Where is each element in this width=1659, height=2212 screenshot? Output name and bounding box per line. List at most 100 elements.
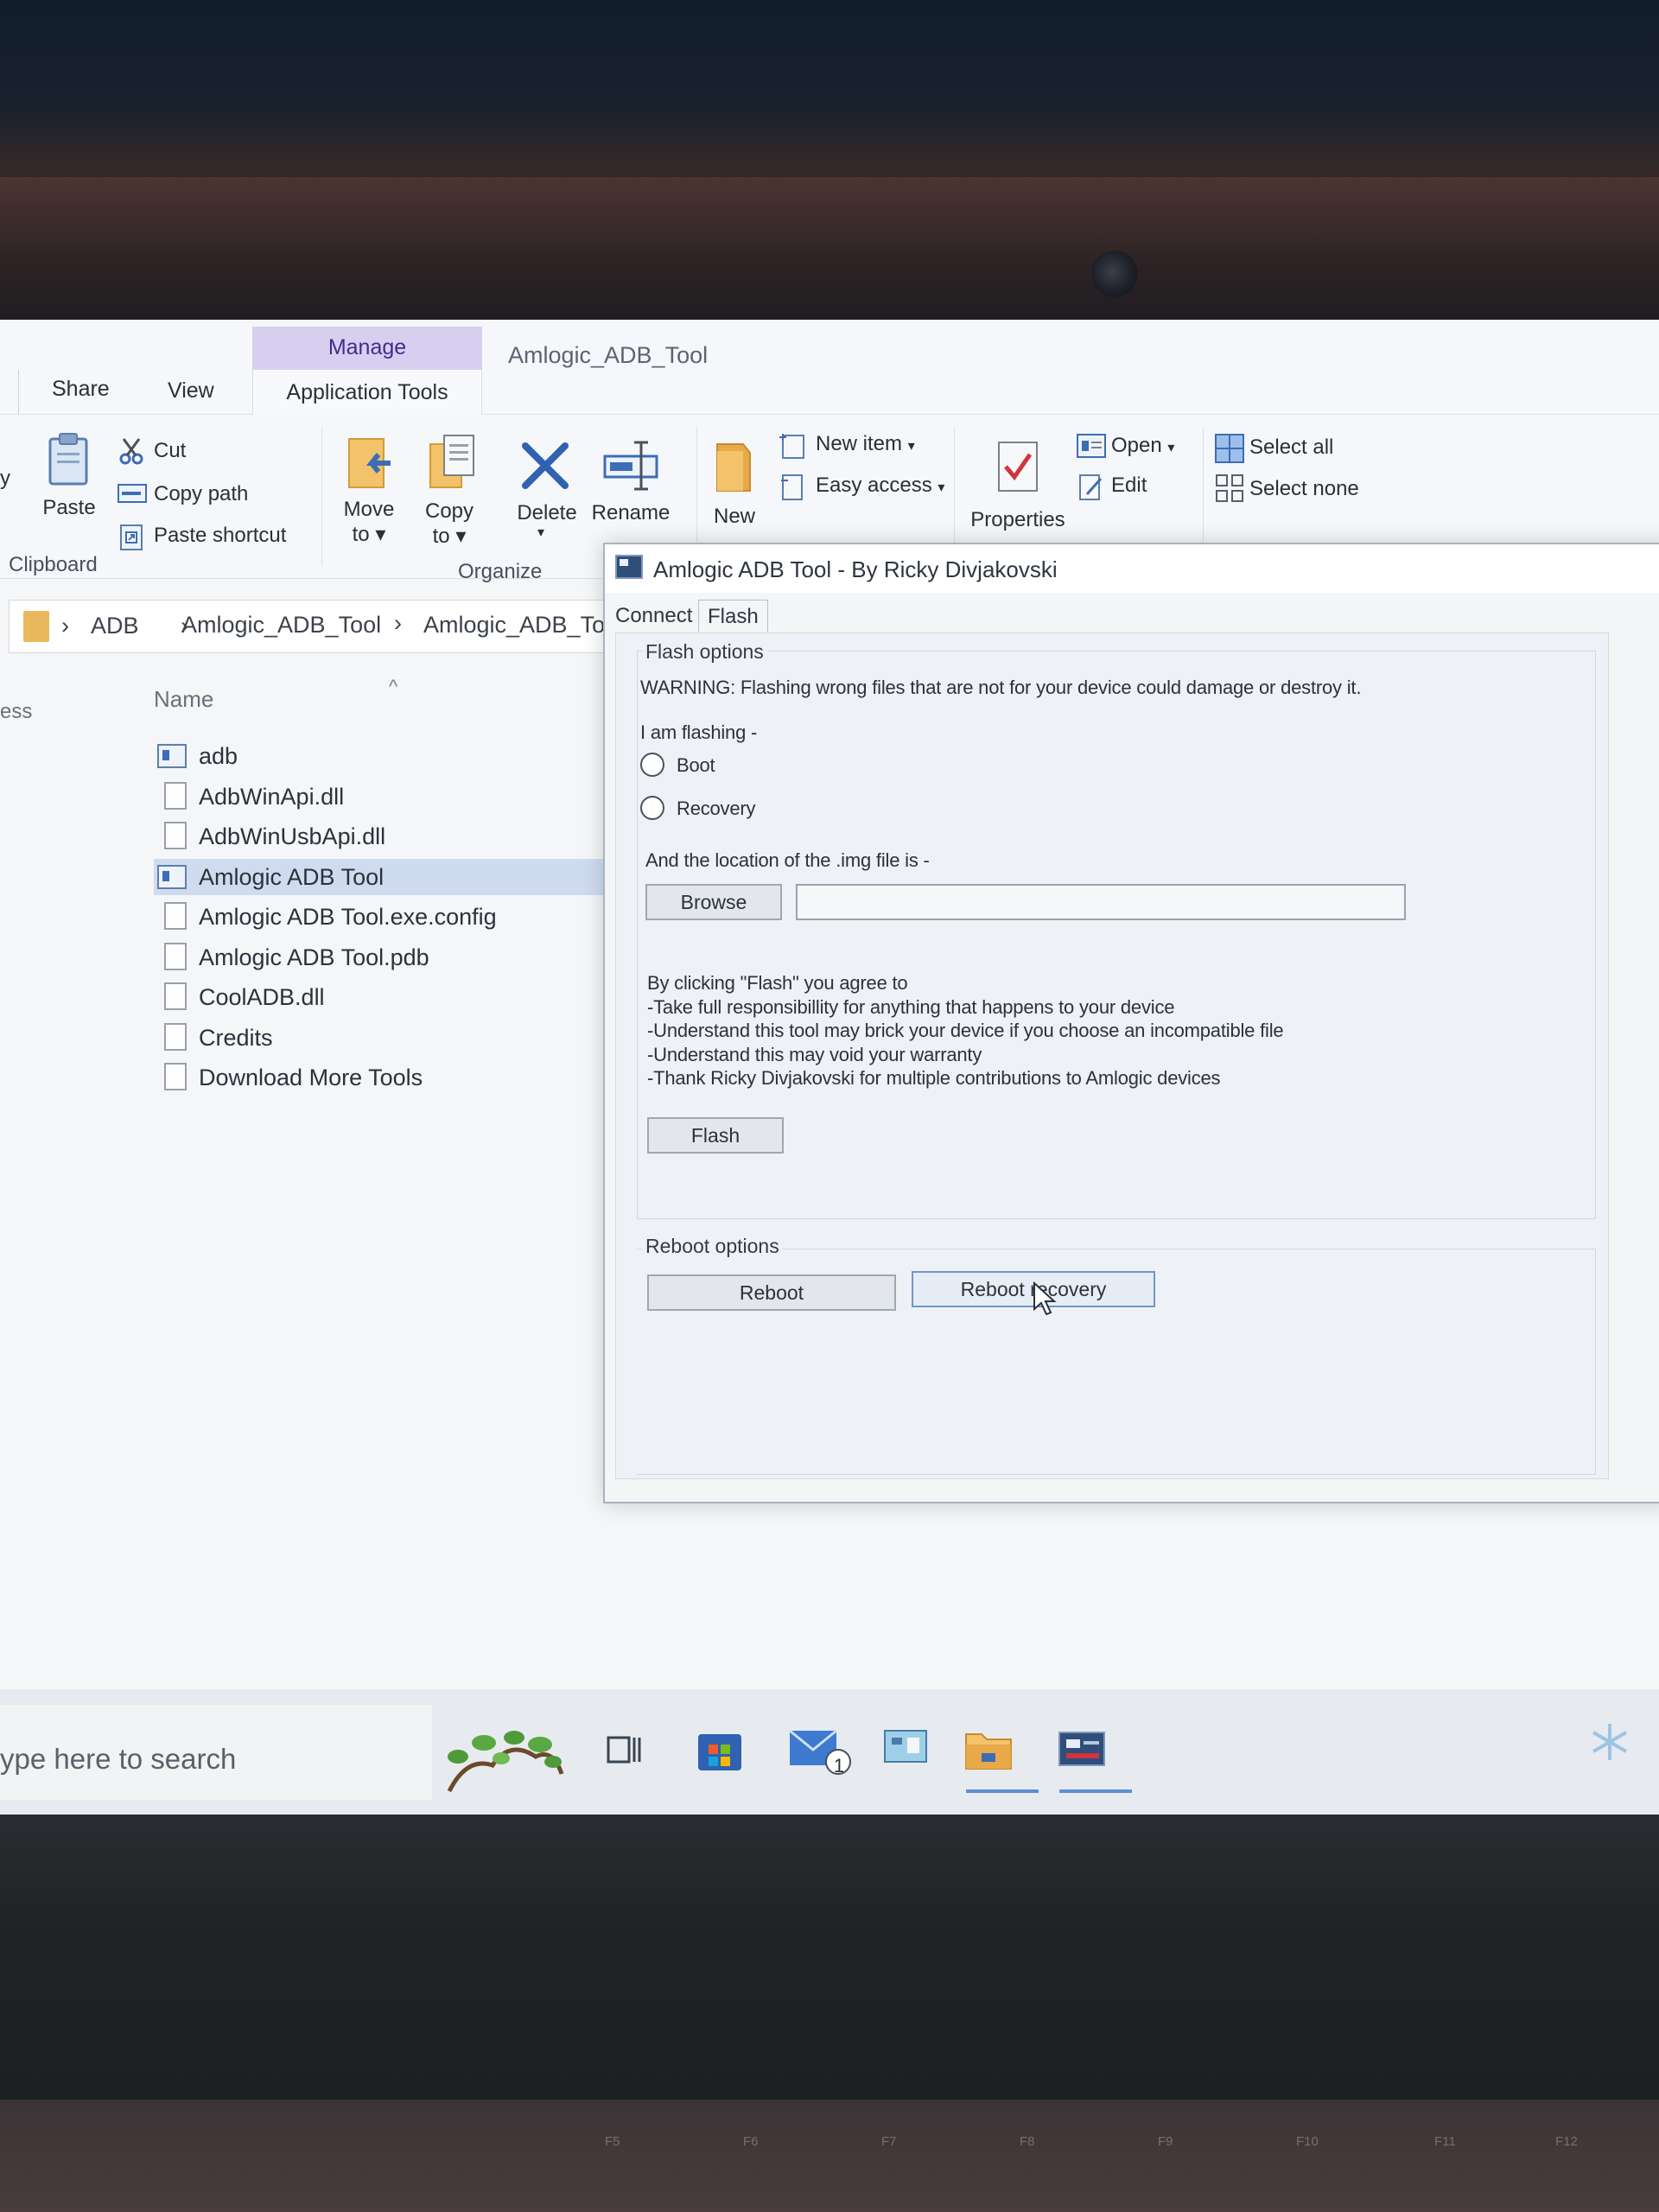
paste-button[interactable]: Paste: [35, 496, 104, 520]
easy-access-label: Easy access: [816, 474, 932, 497]
copy-to-icon: [427, 434, 479, 491]
dialog-title: Amlogic ADB Tool - By Ricky Divjakovski: [653, 556, 1058, 582]
new-folder-button[interactable]: New: [700, 505, 769, 529]
copy-to-button[interactable]: Copy: [415, 499, 484, 524]
open-button[interactable]: Open ▾: [1111, 434, 1174, 458]
move-to-icon: [346, 434, 394, 491]
weather-snowflake-icon[interactable]: [1588, 1715, 1637, 1786]
easy-access-icon: [779, 472, 805, 501]
properties-button[interactable]: Properties: [966, 508, 1070, 532]
file-row[interactable]: Amlogic ADB Tool.exe.config: [154, 899, 603, 935]
tab-application-tools[interactable]: Application Tools: [252, 370, 482, 415]
copy-path-button[interactable]: Copy path: [154, 482, 248, 506]
function-key-label: F8: [1020, 2134, 1035, 2149]
file-row[interactable]: AdbWinApi.dll: [154, 779, 603, 815]
select-all-icon: [1215, 434, 1244, 463]
mail-icon[interactable]: 1: [788, 1715, 857, 1786]
control-panel-icon[interactable]: [883, 1715, 940, 1786]
breadcrumb-current[interactable]: Amlogic_ADB_To: [423, 612, 605, 639]
agreement-line: By clicking "Flash" you agree to: [647, 972, 908, 994]
edit-pencil-icon: [1078, 472, 1104, 501]
explorer-window-title: Amlogic_ADB_Tool: [508, 342, 709, 368]
tab-manage[interactable]: Manage: [252, 327, 482, 370]
radio-boot[interactable]: [640, 753, 664, 777]
column-header-name[interactable]: Name: [154, 686, 213, 713]
file-row[interactable]: adb: [154, 738, 603, 774]
cut-button[interactable]: Cut: [154, 439, 186, 463]
file-icon: [164, 1063, 187, 1090]
sort-ascending-icon: ^: [389, 676, 398, 697]
function-key-label: F12: [1555, 2134, 1578, 2149]
radio-boot-label[interactable]: Boot: [677, 754, 715, 777]
properties-checkmark-icon: [995, 439, 1040, 494]
amlogic-tool-taskbar-icon[interactable]: [1056, 1715, 1132, 1793]
copy-to-button-line2[interactable]: to ▾: [415, 524, 484, 549]
paste-shortcut-button[interactable]: Paste shortcut: [154, 524, 286, 548]
file-icon: [164, 781, 187, 810]
chevron-down-icon: ▾: [938, 480, 945, 495]
delete-x-icon: [520, 441, 570, 491]
easy-access-button[interactable]: Easy access ▾: [816, 474, 944, 498]
dialog-titlebar[interactable]: Amlogic ADB Tool - By Ricky Divjakovski: [605, 544, 1659, 593]
move-to-label: to: [352, 523, 370, 546]
file-name: Amlogic ADB Tool.exe.config: [199, 904, 497, 930]
store-icon[interactable]: [696, 1715, 753, 1786]
tab-view[interactable]: View: [168, 378, 214, 404]
radio-recovery-label[interactable]: Recovery: [677, 798, 756, 820]
webcam: [1091, 251, 1138, 297]
chevron-down-icon: ▾: [455, 524, 467, 548]
ribbon-tab-bar: Share View Manage Application Tools Amlo…: [0, 320, 1659, 415]
flash-button[interactable]: Flash: [647, 1117, 784, 1154]
select-none-button[interactable]: Select none: [1249, 477, 1359, 501]
application-icon: [157, 864, 187, 889]
rename-button[interactable]: Rename: [589, 501, 672, 525]
tab-connect[interactable]: Connect: [607, 600, 701, 634]
chevron-down-icon: ▾: [375, 523, 386, 546]
function-key-label: F9: [1158, 2134, 1173, 2149]
i-am-flashing-label: I am flashing -: [640, 721, 758, 743]
breadcrumb-adb[interactable]: ADB: [91, 613, 139, 639]
agreement-line: -Understand this may void your warranty: [647, 1043, 982, 1065]
taskbar-search-box[interactable]: ype here to search: [0, 1705, 432, 1800]
open-icon: [1077, 434, 1106, 458]
edit-button[interactable]: Edit: [1111, 474, 1147, 498]
ribbon-cut-left-text: y: [0, 467, 10, 490]
folder-icon: [23, 611, 49, 642]
new-item-icon: [778, 430, 807, 460]
img-path-field[interactable]: [796, 884, 1406, 920]
delete-button[interactable]: Delete: [508, 501, 586, 525]
select-all-button[interactable]: Select all: [1249, 435, 1333, 460]
file-name: CoolADB.dll: [199, 984, 325, 1010]
amlogic-adb-tool-window: Amlogic ADB Tool - By Ricky Divjakovski …: [603, 543, 1659, 1503]
nav-pane-cut-text: ess: [0, 700, 33, 723]
function-key-label: F6: [743, 2134, 759, 2149]
move-to-button-line2[interactable]: to ▾: [333, 522, 405, 547]
file-name: AdbWinApi.dll: [199, 783, 345, 810]
file-name: Download More Tools: [199, 1065, 423, 1090]
file-icon: [164, 942, 187, 970]
file-name: adb: [199, 743, 238, 769]
new-item-button[interactable]: New item ▾: [816, 432, 915, 456]
task-view-icon[interactable]: [605, 1715, 662, 1786]
warning-text: WARNING: Flashing wrong files that are n…: [640, 677, 1362, 698]
file-explorer-icon[interactable]: [963, 1715, 1039, 1793]
agreement-line: -Take full responsibillity for anything …: [647, 995, 1175, 1018]
tab-share[interactable]: Share: [52, 377, 110, 402]
paste-shortcut-icon: [119, 522, 143, 551]
screen: Share View Manage Application Tools Amlo…: [0, 320, 1659, 1819]
file-row[interactable]: Download More Tools: [154, 1059, 603, 1096]
move-to-button[interactable]: Move: [333, 498, 405, 522]
browse-button[interactable]: Browse: [645, 884, 782, 920]
tab-flash[interactable]: Flash: [698, 600, 768, 634]
radio-recovery[interactable]: [640, 796, 664, 820]
chevron-down-icon: ▾: [1167, 441, 1175, 455]
file-row[interactable]: CoolADB.dll: [154, 979, 603, 1015]
file-row[interactable]: AdbWinUsbApi.dll: [154, 818, 603, 855]
select-none-icon: [1215, 474, 1244, 503]
file-row[interactable]: Amlogic ADB Tool: [154, 858, 603, 895]
function-key-label: F10: [1296, 2134, 1319, 2149]
file-row[interactable]: Amlogic ADB Tool.pdb: [154, 939, 603, 976]
reboot-button[interactable]: Reboot: [647, 1274, 896, 1311]
breadcrumb-amlogic-adb-tool[interactable]: Amlogic_ADB_Tool: [181, 612, 381, 639]
file-row[interactable]: Credits: [154, 1020, 603, 1056]
